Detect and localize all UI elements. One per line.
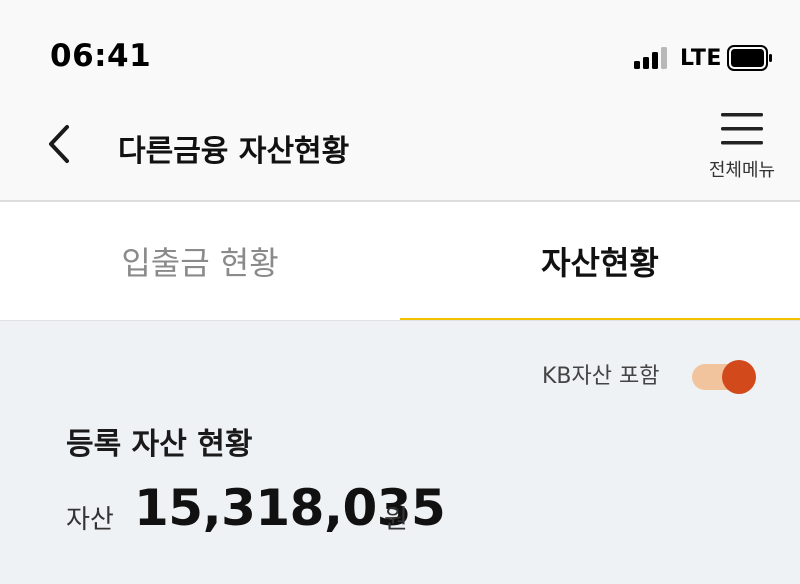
kb-asset-toggle[interactable] [690,359,756,394]
tab-bar: 입출금 현황 자산현황 [0,202,800,322]
signal-bars-icon [634,47,668,69]
currency-unit: 원 [384,505,408,535]
tab-deposit-withdrawal[interactable]: 입출금 현황 [0,202,400,320]
kb-asset-toggle-label: KB자산 포함 [542,364,660,389]
network-type: LTE [680,46,722,71]
menu-label: 전체메뉴 [708,160,776,181]
asset-label: 자산 [66,505,114,535]
status-time: 06:41 [50,38,152,74]
toggle-knob [722,360,756,394]
asset-summary-panel: KB자산 포함 등록 자산 현황 자산 15,318,035 원 [0,321,800,584]
chevron-left-icon [49,125,69,163]
status-bar: 06:41 LTE [0,0,800,92]
battery-icon [727,45,772,71]
section-title: 등록 자산 현황 [66,427,253,462]
back-button[interactable] [40,122,80,166]
app-header: 다른금융 자산현황 전체메뉴 [0,92,800,202]
full-menu-button[interactable]: 전체메뉴 [700,112,784,186]
hamburger-icon [721,113,763,145]
tab-asset-status[interactable]: 자산현황 [400,202,800,320]
page-title: 다른금융 자산현황 [118,134,350,169]
